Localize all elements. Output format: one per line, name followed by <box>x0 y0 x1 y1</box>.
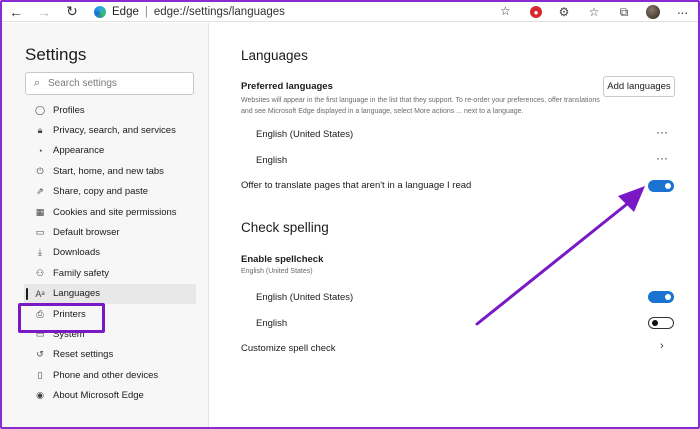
spellcheck-toggle-en-us[interactable] <box>648 291 674 303</box>
more-actions-icon[interactable]: ··· <box>656 151 668 165</box>
sidebar-item-label: Appearance <box>53 145 105 157</box>
sidebar-item-label: Reset settings <box>53 349 114 361</box>
sidebar-item-phone-and-other-devices[interactable]: ▯ Phone and other devices <box>24 365 196 385</box>
search-box[interactable]: ⌕ <box>25 72 194 95</box>
sidebar-item-label: Cookies and site permissions <box>53 206 177 218</box>
refresh-icon[interactable]: ↻ <box>58 2 86 22</box>
spellcheck-language-item: English <box>256 318 288 329</box>
favorites-icon[interactable]: ☆ <box>586 4 602 20</box>
offer-translate-label: Offer to translate pages that aren't in … <box>241 180 472 191</box>
offer-translate-toggle[interactable] <box>648 180 674 192</box>
sidebar-item-label: Start, home, and new tabs <box>53 165 164 177</box>
sidebar-item-reset-settings[interactable]: ↺ Reset settings <box>24 345 196 365</box>
spellcheck-sub-label: English (United States) <box>241 268 313 275</box>
main-content: Languages Preferred languages Websites w… <box>210 23 698 427</box>
sidebar-item-label: Languages <box>53 288 101 300</box>
toggle-knob <box>665 183 671 189</box>
preferred-language-item: English <box>256 155 288 166</box>
phone-icon: ▯ <box>37 369 43 380</box>
sidebar-item-default-browser[interactable]: ▭ Default browser <box>24 222 196 242</box>
printer-icon: ⎙ <box>36 308 44 319</box>
reset-icon: ↺ <box>36 349 44 360</box>
favorite-add-icon[interactable]: ☆ <box>500 4 511 18</box>
spellcheck-language-item: English (United States) <box>256 292 354 303</box>
sidebar-item-family-safety[interactable]: ⚇ Family safety <box>24 263 196 283</box>
spellcheck-toggle-en[interactable] <box>648 317 674 329</box>
toggle-knob <box>652 320 658 326</box>
system-icon: ▭ <box>35 328 45 339</box>
languages-icon: Aᵃ <box>35 288 45 299</box>
more-actions-icon[interactable]: ··· <box>656 125 668 139</box>
address-bar[interactable]: Edge | edge://settings/languages <box>94 3 522 21</box>
more-icon[interactable]: ··· <box>674 4 690 20</box>
url-text: edge://settings/languages <box>153 6 285 18</box>
sidebar-item-label: Profiles <box>53 104 85 116</box>
sidebar-item-label: Downloads <box>53 247 100 259</box>
extension-icon[interactable]: ⚙ <box>556 4 572 20</box>
sidebar-item-label: Family safety <box>53 267 109 279</box>
sidebar-item-label: System <box>53 328 85 340</box>
lock-icon: 🔒︎ <box>37 125 43 136</box>
site-label: Edge <box>112 6 139 18</box>
preferred-language-item: English (United States) <box>256 129 354 140</box>
enable-spellcheck-label: Enable spellcheck <box>241 254 324 265</box>
cookies-icon: ▦ <box>35 206 45 217</box>
family-icon: ⚇ <box>35 267 45 278</box>
languages-title: Languages <box>241 48 308 63</box>
browser-icon: ▭ <box>35 227 45 238</box>
sidebar-item-downloads[interactable]: ⤓ Downloads <box>24 243 196 263</box>
sidebar-item-share-copy-and-paste[interactable]: ⇗ Share, copy and paste <box>24 182 196 202</box>
browser-toolbar: ← → ↻ Edge | edge://settings/languages ☆… <box>2 2 698 22</box>
preferred-languages-label: Preferred languages <box>241 81 333 92</box>
adblock-icon[interactable]: ● <box>530 6 542 18</box>
sidebar-item-languages[interactable]: Aᵃ Languages <box>24 283 196 304</box>
sidebar-item-cookies-and-site-permissions[interactable]: ▦ Cookies and site permissions <box>24 202 196 222</box>
edge-icon: ◉ <box>36 390 44 401</box>
arrow-left-icon[interactable]: ← <box>2 2 30 22</box>
sidebar-item-profiles[interactable]: ◯ Profiles <box>24 100 196 120</box>
download-icon: ⤓ <box>38 247 42 258</box>
chevron-right-icon[interactable]: › <box>660 340 664 352</box>
sidebar-item-label: Printers <box>53 308 86 320</box>
search-icon: ⌕ <box>33 77 41 89</box>
sidebar-menu: ◯ Profiles 🔒︎ Privacy, search, and services… <box>24 100 196 406</box>
collections-icon[interactable]: ⧉ <box>616 4 632 20</box>
profile-icon: ◯ <box>34 104 46 115</box>
sidebar-item-printers[interactable]: ⎙ Printers <box>24 304 196 324</box>
address-separator: | <box>144 6 148 18</box>
preferred-languages-description: Websites will appear in the first langua… <box>241 97 600 115</box>
sidebar-item-label: Share, copy and paste <box>53 186 149 198</box>
settings-sidebar: Settings ⌕ ◯ Profiles 🔒︎ Privacy, search, a… <box>2 23 209 427</box>
sidebar-item-about-microsoft-edge[interactable]: ◉ About Microsoft Edge <box>24 385 196 405</box>
power-icon: ⏻ <box>36 165 44 176</box>
profile-avatar[interactable] <box>646 5 660 19</box>
appearance-icon: ◔ <box>37 145 43 156</box>
arrow-right-icon[interactable]: → <box>30 2 58 22</box>
sidebar-item-appearance[interactable]: ◔ Appearance <box>24 141 196 161</box>
search-input[interactable] <box>48 78 188 89</box>
sidebar-title: Settings <box>25 45 87 64</box>
sidebar-item-start-home-and-new-tabs[interactable]: ⏻ Start, home, and new tabs <box>24 161 196 181</box>
add-languages-button[interactable]: Add languages <box>603 76 675 97</box>
customize-spell-check-link[interactable]: Customize spell check <box>241 343 336 354</box>
edge-logo-icon <box>94 6 106 18</box>
sidebar-item-label: Default browser <box>53 227 120 239</box>
check-spelling-title: Check spelling <box>241 220 329 235</box>
toggle-knob <box>665 294 671 300</box>
sidebar-item-label: Phone and other devices <box>53 369 159 381</box>
sidebar-item-privacy-search-and-services[interactable]: 🔒︎ Privacy, search, and services <box>24 120 196 140</box>
share-icon: ⇗ <box>36 186 44 197</box>
sidebar-item-system[interactable]: ▭ System <box>24 324 196 344</box>
sidebar-item-label: Privacy, search, and services <box>53 125 176 137</box>
sidebar-item-label: About Microsoft Edge <box>53 390 144 402</box>
